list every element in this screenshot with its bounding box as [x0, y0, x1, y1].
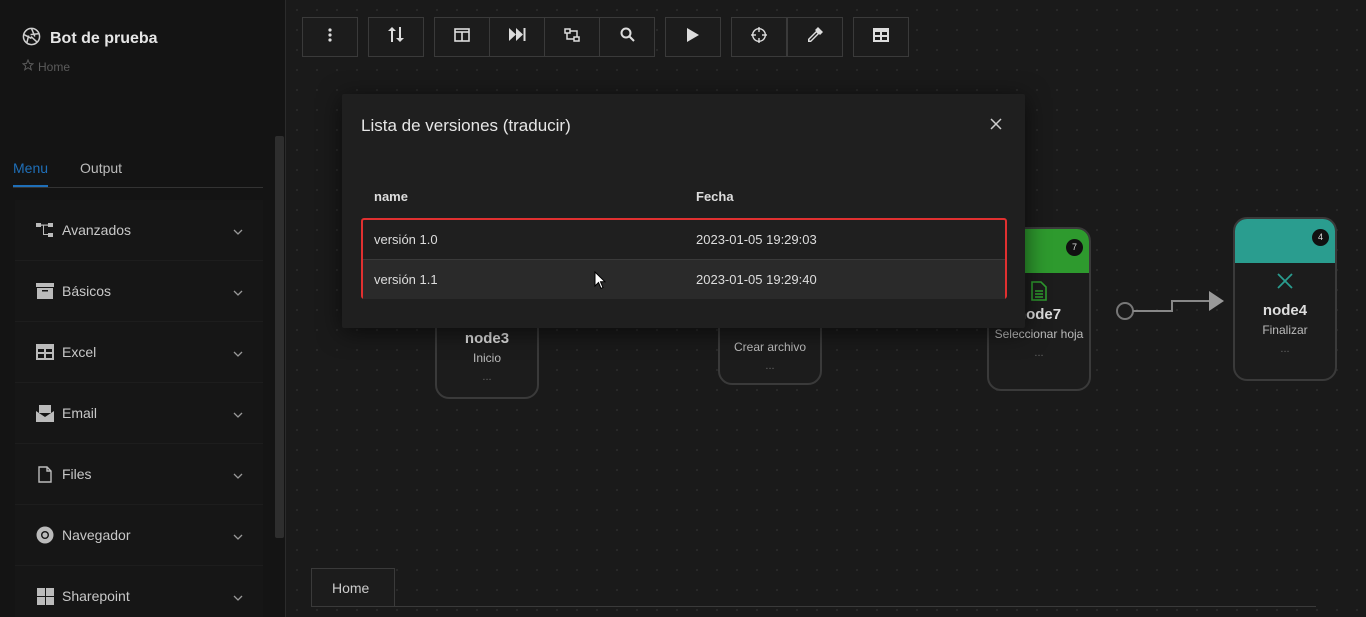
connect-button[interactable] — [544, 17, 600, 57]
grid-button[interactable] — [853, 17, 909, 57]
fast-forward-icon — [508, 28, 526, 46]
sidebar-menu: Avanzados Básicos Excel Email Files Nave… — [15, 200, 263, 617]
version-date: 2023-01-05 19:29:40 — [696, 272, 817, 287]
chevron-down-icon[interactable] — [233, 588, 243, 606]
chevron-down-icon[interactable] — [233, 405, 243, 423]
column-header-date[interactable]: Fecha — [696, 189, 734, 204]
windows-icon — [35, 586, 55, 606]
sidebar-item-label: Sharepoint — [62, 588, 130, 604]
search-icon — [620, 27, 635, 47]
target-button[interactable] — [731, 17, 787, 57]
sidebar-tabs: Menu Output — [13, 158, 263, 188]
table-icon — [35, 342, 55, 362]
dots-vertical-icon — [328, 27, 332, 47]
sidebar-item-label: Excel — [62, 344, 97, 360]
tab-output[interactable]: Output — [80, 158, 122, 187]
close-button[interactable] — [990, 117, 1004, 131]
flow-icon — [35, 220, 55, 240]
star-icon[interactable] — [21, 58, 35, 74]
chevron-down-icon[interactable] — [233, 527, 243, 545]
sidebar: Bot de prueba Home Menu Output Avanzados — [0, 0, 286, 617]
sort-icon — [388, 27, 404, 47]
app-window: Bot de prueba Home Menu Output Avanzados — [0, 0, 1366, 617]
node-description: Crear archivo — [733, 340, 807, 354]
node-description: Finalizar — [1262, 323, 1308, 337]
mouse-cursor-icon — [594, 271, 606, 290]
node-name: node3 — [464, 330, 510, 347]
app-title: Bot de prueba — [50, 30, 158, 47]
sidebar-item-excel[interactable]: Excel — [15, 322, 263, 383]
chevron-down-icon[interactable] — [233, 344, 243, 362]
node-connector — [1116, 291, 1224, 320]
node-badge: 4 — [1312, 229, 1329, 246]
eyedropper-icon — [807, 26, 823, 48]
run-button[interactable] — [665, 17, 721, 57]
version-name: versión 1.1 — [374, 272, 438, 287]
node-description: Inicio — [472, 351, 501, 365]
table-header: name Fecha — [362, 182, 1006, 212]
archive-icon — [35, 281, 55, 301]
mail-icon — [35, 403, 55, 423]
version-date: 2023-01-05 19:29:03 — [696, 232, 817, 247]
sidebar-item-label: Files — [62, 466, 92, 482]
node-more[interactable]: ... — [989, 347, 1089, 359]
versions-table-body: versión 1.0 2023-01-05 19:29:03 versión … — [361, 218, 1007, 299]
sidebar-scrollbar[interactable] — [275, 136, 284, 538]
chevron-down-icon[interactable] — [233, 222, 243, 240]
close-icon[interactable] — [990, 117, 1002, 134]
column-header-name[interactable]: name — [374, 189, 408, 204]
step-forward-button[interactable] — [489, 17, 545, 57]
tab-home[interactable]: Home — [311, 568, 395, 607]
chevron-down-icon[interactable] — [233, 466, 243, 484]
chrome-icon — [35, 525, 55, 545]
sidebar-item-label: Navegador — [62, 527, 131, 543]
sidebar-item-navegador[interactable]: Navegador — [15, 505, 263, 566]
flow-node[interactable]: 4 node4 Finalizar ... — [1233, 217, 1337, 381]
node-more[interactable]: ... — [720, 360, 820, 372]
close-icon — [1277, 273, 1293, 293]
play-icon — [687, 27, 699, 47]
diagram-icon — [564, 27, 580, 47]
breadcrumb[interactable]: Home — [21, 58, 70, 74]
sidebar-item-sharepoint[interactable]: Sharepoint — [15, 566, 263, 617]
brand: Bot de prueba — [22, 27, 158, 51]
table-row[interactable]: versión 1.1 2023-01-05 19:29:40 — [363, 260, 1005, 299]
sidebar-item-avanzados[interactable]: Avanzados — [15, 200, 263, 261]
document-icon — [1031, 281, 1047, 305]
breadcrumb-home[interactable]: Home — [38, 60, 70, 74]
sidebar-item-basicos[interactable]: Básicos — [15, 261, 263, 322]
sidebar-item-email[interactable]: Email — [15, 383, 263, 444]
more-button[interactable] — [302, 17, 358, 57]
sidebar-item-files[interactable]: Files — [15, 444, 263, 505]
version-name: versión 1.0 — [374, 232, 438, 247]
node-description: Seleccionar hoja — [994, 327, 1084, 341]
dialog-title: Lista de versiones (traducir) — [361, 116, 571, 135]
node-badge: 7 — [1066, 239, 1083, 256]
node-header: 4 — [1235, 219, 1335, 263]
chevron-down-icon[interactable] — [233, 283, 243, 301]
sidebar-item-label: Básicos — [62, 283, 112, 299]
crosshair-icon — [751, 26, 767, 48]
tab-menu[interactable]: Menu — [13, 158, 49, 187]
layout-button[interactable] — [434, 17, 490, 57]
picker-button[interactable] — [787, 17, 843, 57]
aperture-icon — [22, 27, 41, 51]
table-row[interactable]: versión 1.0 2023-01-05 19:29:03 — [363, 220, 1005, 259]
table-icon — [873, 27, 889, 47]
search-button[interactable] — [599, 17, 655, 57]
sort-button[interactable] — [368, 17, 424, 57]
file-icon — [35, 464, 55, 484]
sidebar-item-label: Avanzados — [62, 222, 132, 238]
versions-dialog: Lista de versiones (traducir) name Fecha… — [342, 94, 1025, 328]
columns-icon — [454, 27, 470, 47]
node-more[interactable]: ... — [437, 371, 537, 383]
tab-divider — [311, 606, 1316, 607]
node-name: node4 — [1262, 302, 1308, 319]
node-more[interactable]: ... — [1235, 343, 1335, 355]
sidebar-item-label: Email — [62, 405, 98, 421]
